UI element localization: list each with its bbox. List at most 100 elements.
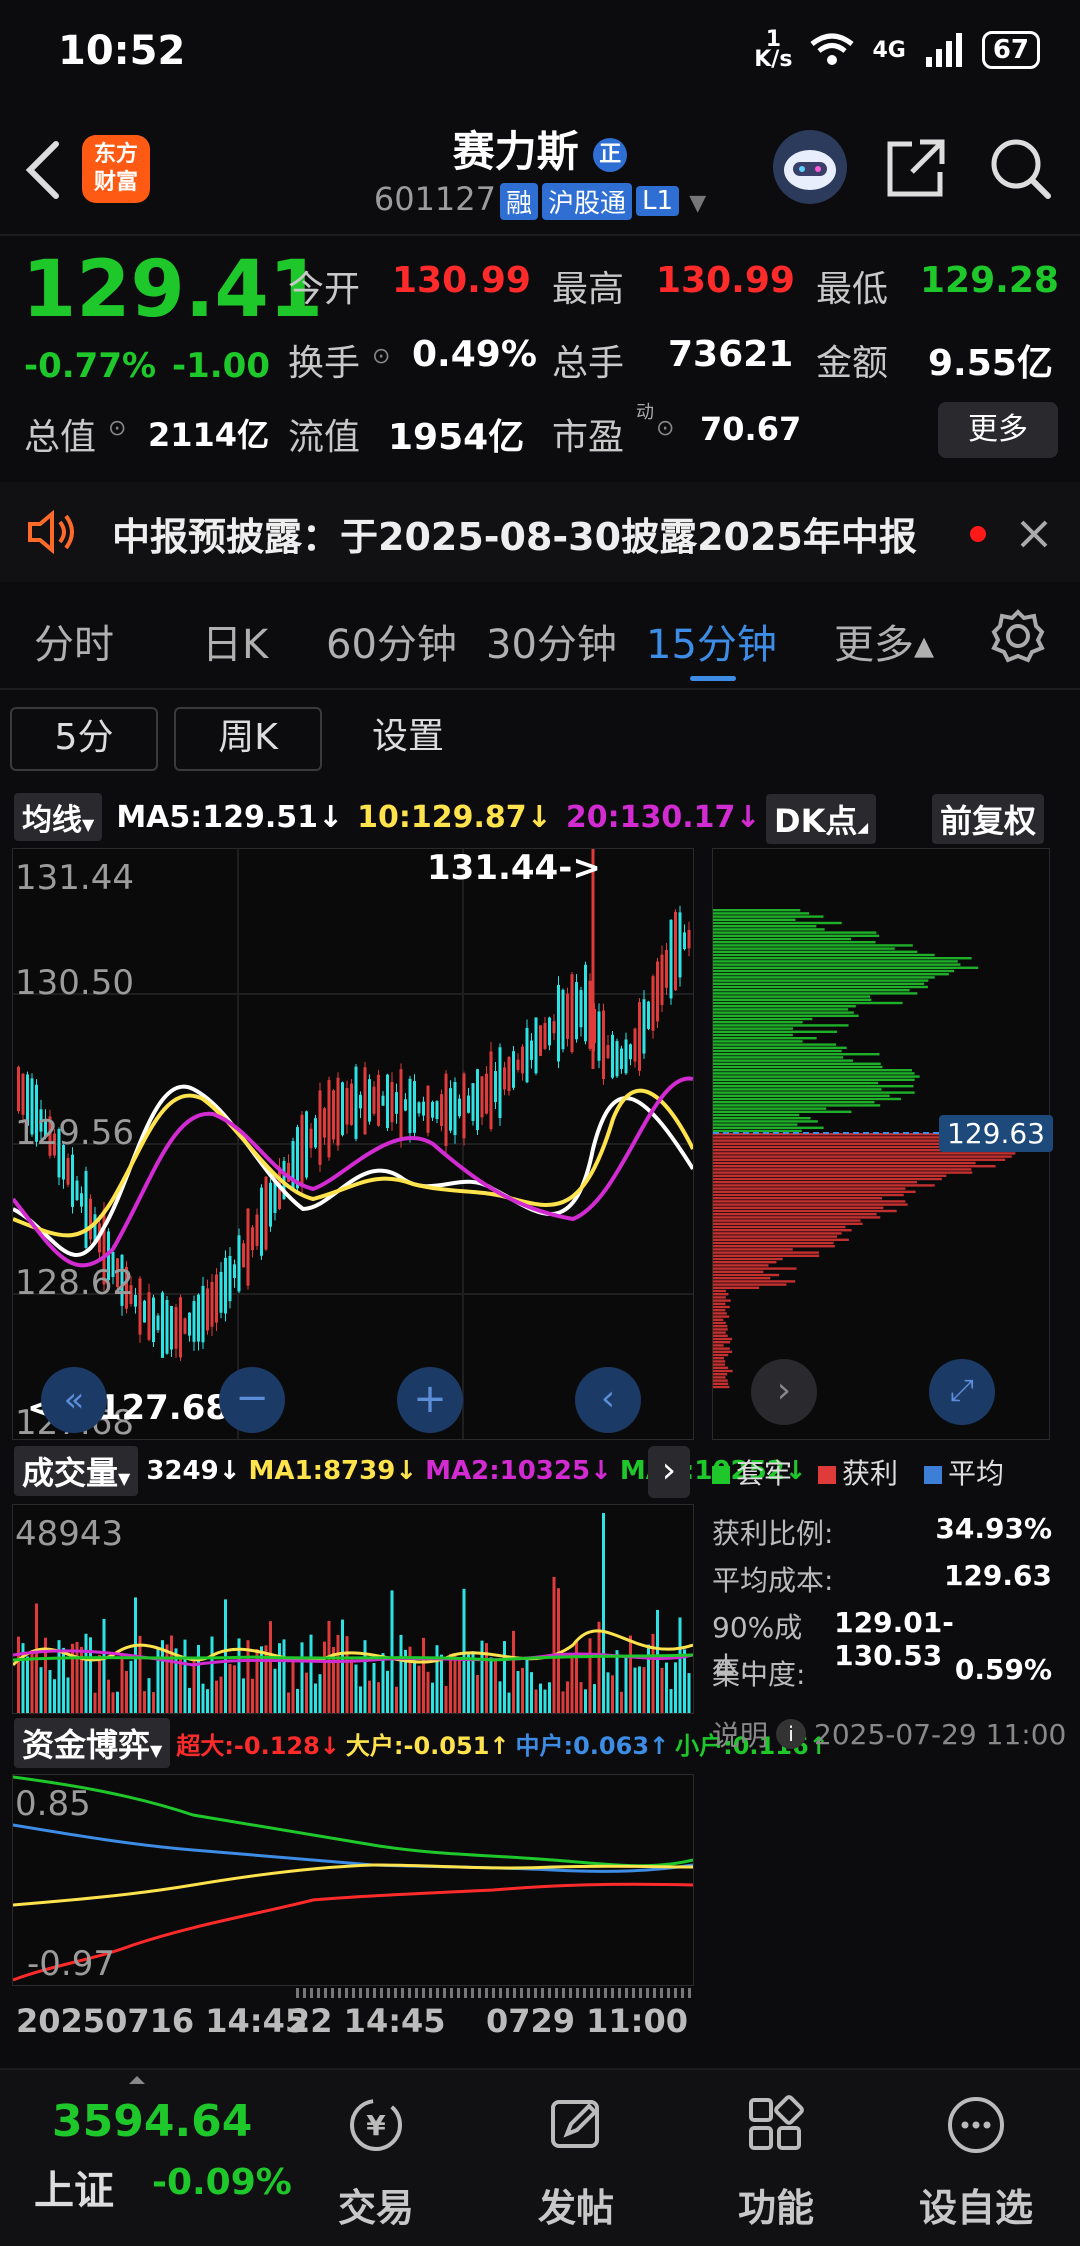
scroll-left-button[interactable]: ‹ [575,1367,641,1433]
note-date: 2025-07-29 11:00 [814,1717,1067,1751]
fund-indicator-select[interactable]: 资金博弈▼ [14,1718,171,1768]
more-button[interactable]: 更多 [938,402,1058,458]
info-icon[interactable]: ⊙ [656,416,674,441]
rewind-button[interactable]: « [41,1367,107,1433]
share-icon[interactable] [884,136,948,200]
chip-bar [713,1069,913,1072]
stat-label: 获利比例: [712,1517,834,1550]
nav-post[interactable]: 发帖 [496,2090,656,2232]
assistant-avatar[interactable] [773,130,847,204]
chip-bar [713,1171,973,1174]
chip-bar [713,941,876,944]
volume-bar [336,1634,340,1713]
chip-bar [713,1235,837,1238]
chip-bar [713,1360,726,1363]
float-label: 流值 [288,417,361,458]
chevron-left-icon: ‹ [600,1378,616,1419]
chip-bar [713,1293,729,1296]
zoom-out-button[interactable]: − [219,1367,285,1433]
dk-point-select[interactable]: DK点◢ [766,794,877,844]
subtab-5min[interactable]: 5分 [10,707,158,771]
tab-more[interactable]: 更多▴ [834,612,934,670]
info-icon[interactable]: ⊙ [372,344,390,369]
notice-bar[interactable]: 中报预披露：于2025-08-30披露2025年中报 [0,482,1080,582]
subtab-settings[interactable]: 设置 [372,707,444,767]
time-scrollbar[interactable] [296,1988,692,1998]
tab-intraday[interactable]: 分时 [34,612,114,670]
chip-bar [713,1264,769,1267]
time-axis-left: 20250716 14:45 [16,2002,308,2040]
chip-bar [713,976,935,979]
volume-select-label: 成交量 [22,1454,119,1492]
tab-30min[interactable]: 30分钟 [486,612,617,670]
indicator-select[interactable]: 均线▼ [14,793,103,841]
fund-large: 大户:-0.051↑ [345,1731,510,1760]
chip-bar [713,1152,1016,1155]
volume-bar [503,1641,506,1713]
tab-60min[interactable]: 60分钟 [326,612,457,670]
time-axis[interactable]: 20250716 14:45 22 14:45 0729 11:00 [12,1988,692,2052]
volume-bar [633,1667,637,1713]
chip-bar [713,912,810,915]
zoom-in-button[interactable]: + [397,1367,463,1433]
tab-15min[interactable]: 15分钟 [646,612,777,670]
volume-bar [584,1689,587,1713]
amount-label: 金额 [816,343,889,384]
chip-distribution-chart[interactable]: 129.63 › ⤢ [712,848,1053,1440]
volume-bar [341,1619,344,1713]
net-speed: 1 K/s [754,29,792,71]
chip-note[interactable]: 说明 i 2025-07-29 11:00 [712,1714,1066,1754]
chip-bar [713,1085,914,1088]
index-name[interactable]: 上证 [34,2158,114,2216]
connect-tag: 沪股通 [542,182,633,220]
volume-bar [345,1636,349,1713]
chip-bar [713,918,796,921]
chip-bar [713,1056,844,1059]
close-icon[interactable] [1018,518,1050,550]
volume-bar [543,1689,547,1713]
chevron-up-icon[interactable] [128,2070,146,2084]
info-icon[interactable]: ⊙ [108,416,126,441]
chevron-up-svg [129,2076,145,2084]
fund-chart[interactable]: 0.85 -0.97 [12,1774,694,1986]
index-value[interactable]: 3594.64 [52,2096,252,2147]
caret-icon: ▼ [118,1469,131,1488]
chip-bar [713,1168,972,1171]
volume-bar [296,1688,299,1713]
chip-bar [713,1353,729,1357]
chip-bar [713,1267,797,1270]
gear-icon[interactable] [990,608,1046,664]
chip-bar [713,1126,824,1129]
nav-trade[interactable]: ¥ 交易 [296,2090,456,2232]
chip-bar [713,1043,837,1046]
chip-bar [713,1254,820,1257]
volume-bar [107,1679,110,1713]
volume-indicator-select[interactable]: 成交量▼ [14,1446,139,1496]
expand-button[interactable]: ⤢ [929,1359,995,1425]
chip-bar [713,1101,875,1104]
volume-chart[interactable]: 48943 [11,1504,694,1714]
chip-bar [713,1190,916,1193]
volume-next-button[interactable]: › [648,1446,690,1498]
divider [0,234,1080,236]
chip-bar [713,1094,890,1097]
volume-bar [179,1658,182,1713]
chip-bar [713,1072,915,1075]
subtab-weekly[interactable]: 周K [174,707,322,771]
tab-daily[interactable]: 日K [202,612,268,670]
volume-bar [561,1691,565,1713]
volume-bar [395,1686,398,1713]
turnover-label: 换手 [288,343,361,384]
nav-watchlist[interactable]: 设自选 [896,2090,1056,2232]
kline-chart[interactable]: 131.44 130.50 129.56 128.62 127.68 131.4… [11,848,695,1443]
nav-function[interactable]: 功能 [696,2090,856,2232]
search-icon[interactable] [988,136,1052,200]
adjust-button[interactable]: 前复权 [932,794,1045,844]
volume-bar [534,1689,538,1713]
chip-bar [713,966,979,969]
fund-y-top: 0.85 [15,1784,91,1824]
chip-next-button[interactable]: › [751,1359,817,1425]
chip-bar [713,969,954,973]
more-circle-icon [948,2097,1004,2153]
float-value: 1954亿 [388,417,525,458]
